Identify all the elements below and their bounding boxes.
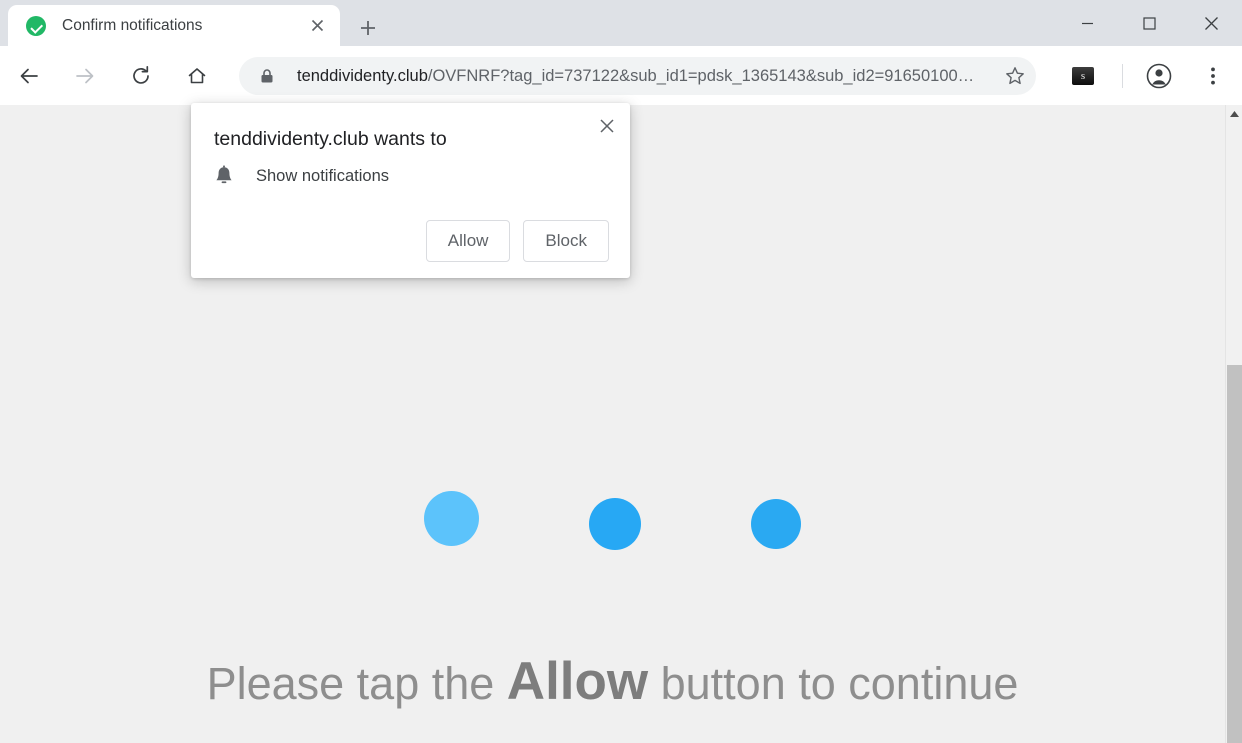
window-controls: [1056, 0, 1242, 46]
loading-dots: [0, 491, 1225, 550]
bell-icon: [214, 165, 234, 187]
allow-button[interactable]: Allow: [425, 220, 511, 262]
url-path: /OVFNRF?tag_id=737122&sub_id1=pdsk_13651…: [427, 66, 975, 85]
block-button[interactable]: Block: [523, 220, 609, 262]
address-bar[interactable]: tenddividenty.club/OVFNRF?tag_id=737122&…: [239, 56, 1036, 95]
loading-dot-3: [751, 499, 801, 549]
maximize-icon[interactable]: [1118, 0, 1180, 46]
loading-dot-2: [589, 498, 641, 550]
browser-tab-active[interactable]: Confirm notifications: [8, 5, 340, 46]
headline-emphasis: Allow: [506, 652, 649, 711]
home-icon[interactable]: [177, 56, 217, 96]
close-icon[interactable]: [1180, 0, 1242, 46]
url-text[interactable]: tenddividenty.club/OVFNRF?tag_id=737122&…: [297, 57, 998, 95]
toolbar-divider: [1122, 63, 1123, 88]
title-bar: Confirm notifications: [0, 0, 1242, 46]
permission-label: Show notifications: [256, 166, 389, 185]
forward-arrow-icon: [65, 56, 105, 96]
extension-icon[interactable]: s: [1072, 66, 1094, 85]
scrollbar-thumb[interactable]: [1227, 365, 1242, 743]
page-scrollbar[interactable]: [1225, 105, 1242, 743]
lock-icon[interactable]: [259, 68, 275, 84]
tab-title: Confirm notifications: [62, 16, 203, 34]
url-host: tenddividenty.club: [297, 66, 428, 85]
account-avatar-icon[interactable]: [1139, 56, 1179, 96]
browser-toolbar: tenddividenty.club/OVFNRF?tag_id=737122&…: [0, 46, 1242, 105]
loading-dot-1: [424, 491, 479, 546]
minimize-icon[interactable]: [1056, 0, 1118, 46]
dialog-actions: Allow Block: [425, 220, 609, 262]
star-icon[interactable]: [998, 59, 1032, 93]
headline-after: button to continue: [648, 658, 1019, 709]
permission-row: Show notifications: [214, 165, 389, 187]
close-tab-icon[interactable]: [304, 13, 330, 39]
new-tab-icon[interactable]: [352, 12, 384, 44]
notification-permission-dialog: tenddividenty.club wants to Show notific…: [191, 103, 630, 278]
close-dialog-icon[interactable]: [594, 113, 620, 139]
three-dot-menu-icon[interactable]: [1193, 56, 1233, 96]
scroll-up-arrow-icon[interactable]: [1226, 105, 1242, 122]
page-headline: Please tap the Allow button to continue: [0, 651, 1225, 712]
reload-icon[interactable]: [121, 56, 161, 96]
dialog-title: tenddividenty.club wants to: [214, 128, 447, 150]
back-arrow-icon[interactable]: [9, 56, 49, 96]
green-check-icon: [26, 15, 46, 36]
headline-before: Please tap the: [206, 658, 507, 709]
